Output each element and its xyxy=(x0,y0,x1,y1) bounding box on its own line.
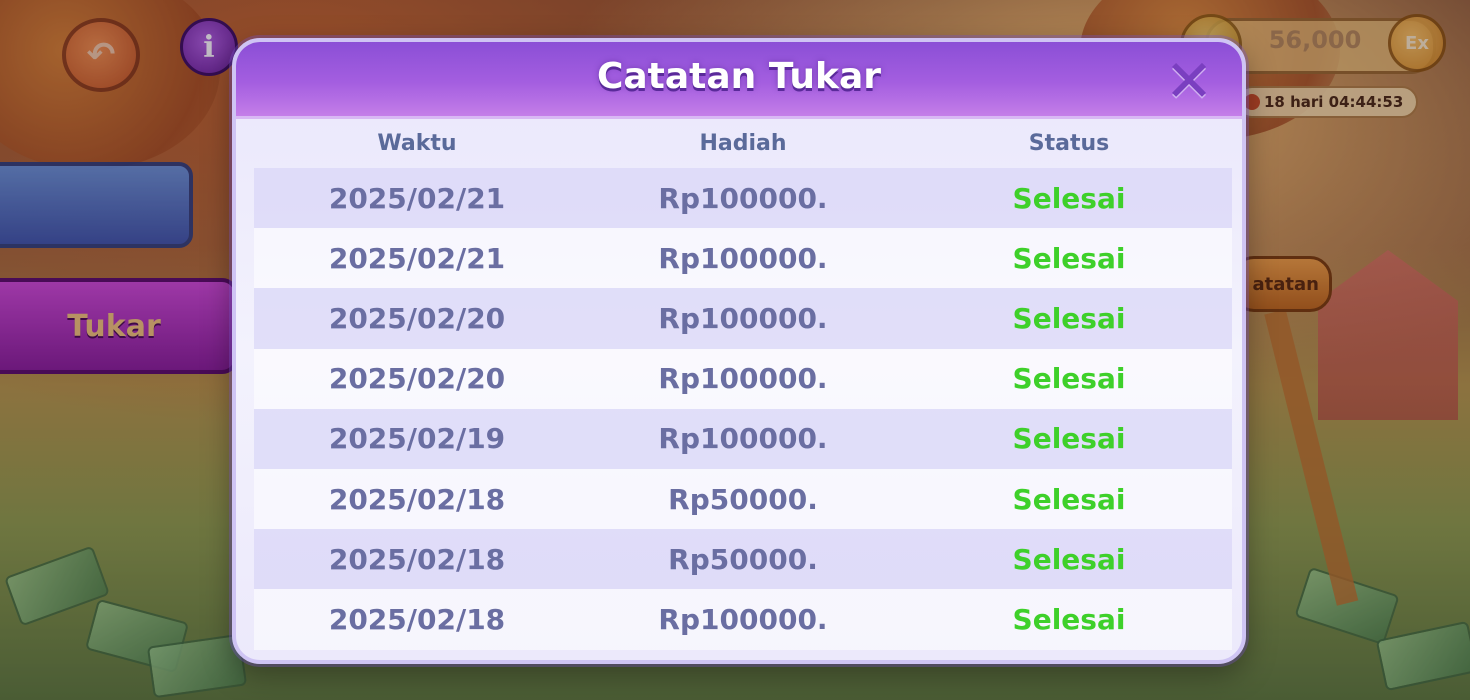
row-status: Selesai xyxy=(1012,422,1126,456)
row-date: 2025/02/20 xyxy=(328,362,506,396)
exchange-history-dialog: Catatan Tukar ✕ Waktu Hadiah Status 2025… xyxy=(232,38,1246,664)
row-date: 2025/02/21 xyxy=(328,241,506,275)
column-header-time: Waktu xyxy=(377,130,457,156)
row-prize: Rp100000. xyxy=(658,241,828,275)
close-button[interactable]: ✕ xyxy=(1164,52,1214,110)
table-row: 2025/02/18 Rp50000. Selesai xyxy=(254,529,1232,590)
table-row: 2025/02/19 Rp100000. Selesai xyxy=(254,408,1232,469)
row-date: 2025/02/18 xyxy=(328,602,506,636)
row-prize: Rp50000. xyxy=(668,482,818,516)
table-row: 2025/02/21 Rp100000. Selesai xyxy=(254,168,1232,229)
row-status: Selesai xyxy=(1012,241,1126,275)
table-row: 2025/02/20 Rp100000. Selesai xyxy=(254,288,1232,349)
table-header: Waktu Hadiah Status xyxy=(254,122,1232,164)
row-date: 2025/02/20 xyxy=(328,301,506,335)
row-status: Selesai xyxy=(1012,181,1126,215)
row-prize: Rp100000. xyxy=(658,301,828,335)
dialog-title: Catatan Tukar xyxy=(596,56,882,97)
row-status: Selesai xyxy=(1012,482,1126,516)
row-prize: Rp100000. xyxy=(658,181,828,215)
table-row: 2025/02/21 Rp100000. Selesai xyxy=(254,228,1232,289)
table-row: 2025/02/18 Rp100000. Selesai xyxy=(254,589,1232,650)
game-screen: ↶ i Tukar 56,000 Ex 18 hari 04:44:53 ata… xyxy=(0,0,1470,700)
row-date: 2025/02/18 xyxy=(328,482,506,516)
row-date: 2025/02/19 xyxy=(328,422,506,456)
row-date: 2025/02/18 xyxy=(328,542,506,576)
row-prize: Rp100000. xyxy=(658,362,828,396)
column-header-status: Status xyxy=(1028,130,1110,156)
table-row: 2025/02/20 Rp100000. Selesai xyxy=(254,348,1232,409)
row-prize: Rp100000. xyxy=(658,602,828,636)
row-date: 2025/02/21 xyxy=(328,181,506,215)
table-row: 2025/02/18 Rp50000. Selesai xyxy=(254,468,1232,530)
dialog-header: Catatan Tukar ✕ xyxy=(236,42,1242,119)
column-header-prize: Hadiah xyxy=(699,130,787,156)
row-status: Selesai xyxy=(1012,301,1126,335)
close-icon: ✕ xyxy=(1164,47,1214,115)
row-prize: Rp50000. xyxy=(668,542,818,576)
row-status: Selesai xyxy=(1012,542,1126,576)
row-status: Selesai xyxy=(1012,602,1126,636)
row-prize: Rp100000. xyxy=(658,422,828,456)
row-status: Selesai xyxy=(1012,362,1126,396)
history-table-body: 2025/02/21 Rp100000. Selesai 2025/02/21 … xyxy=(254,168,1232,650)
